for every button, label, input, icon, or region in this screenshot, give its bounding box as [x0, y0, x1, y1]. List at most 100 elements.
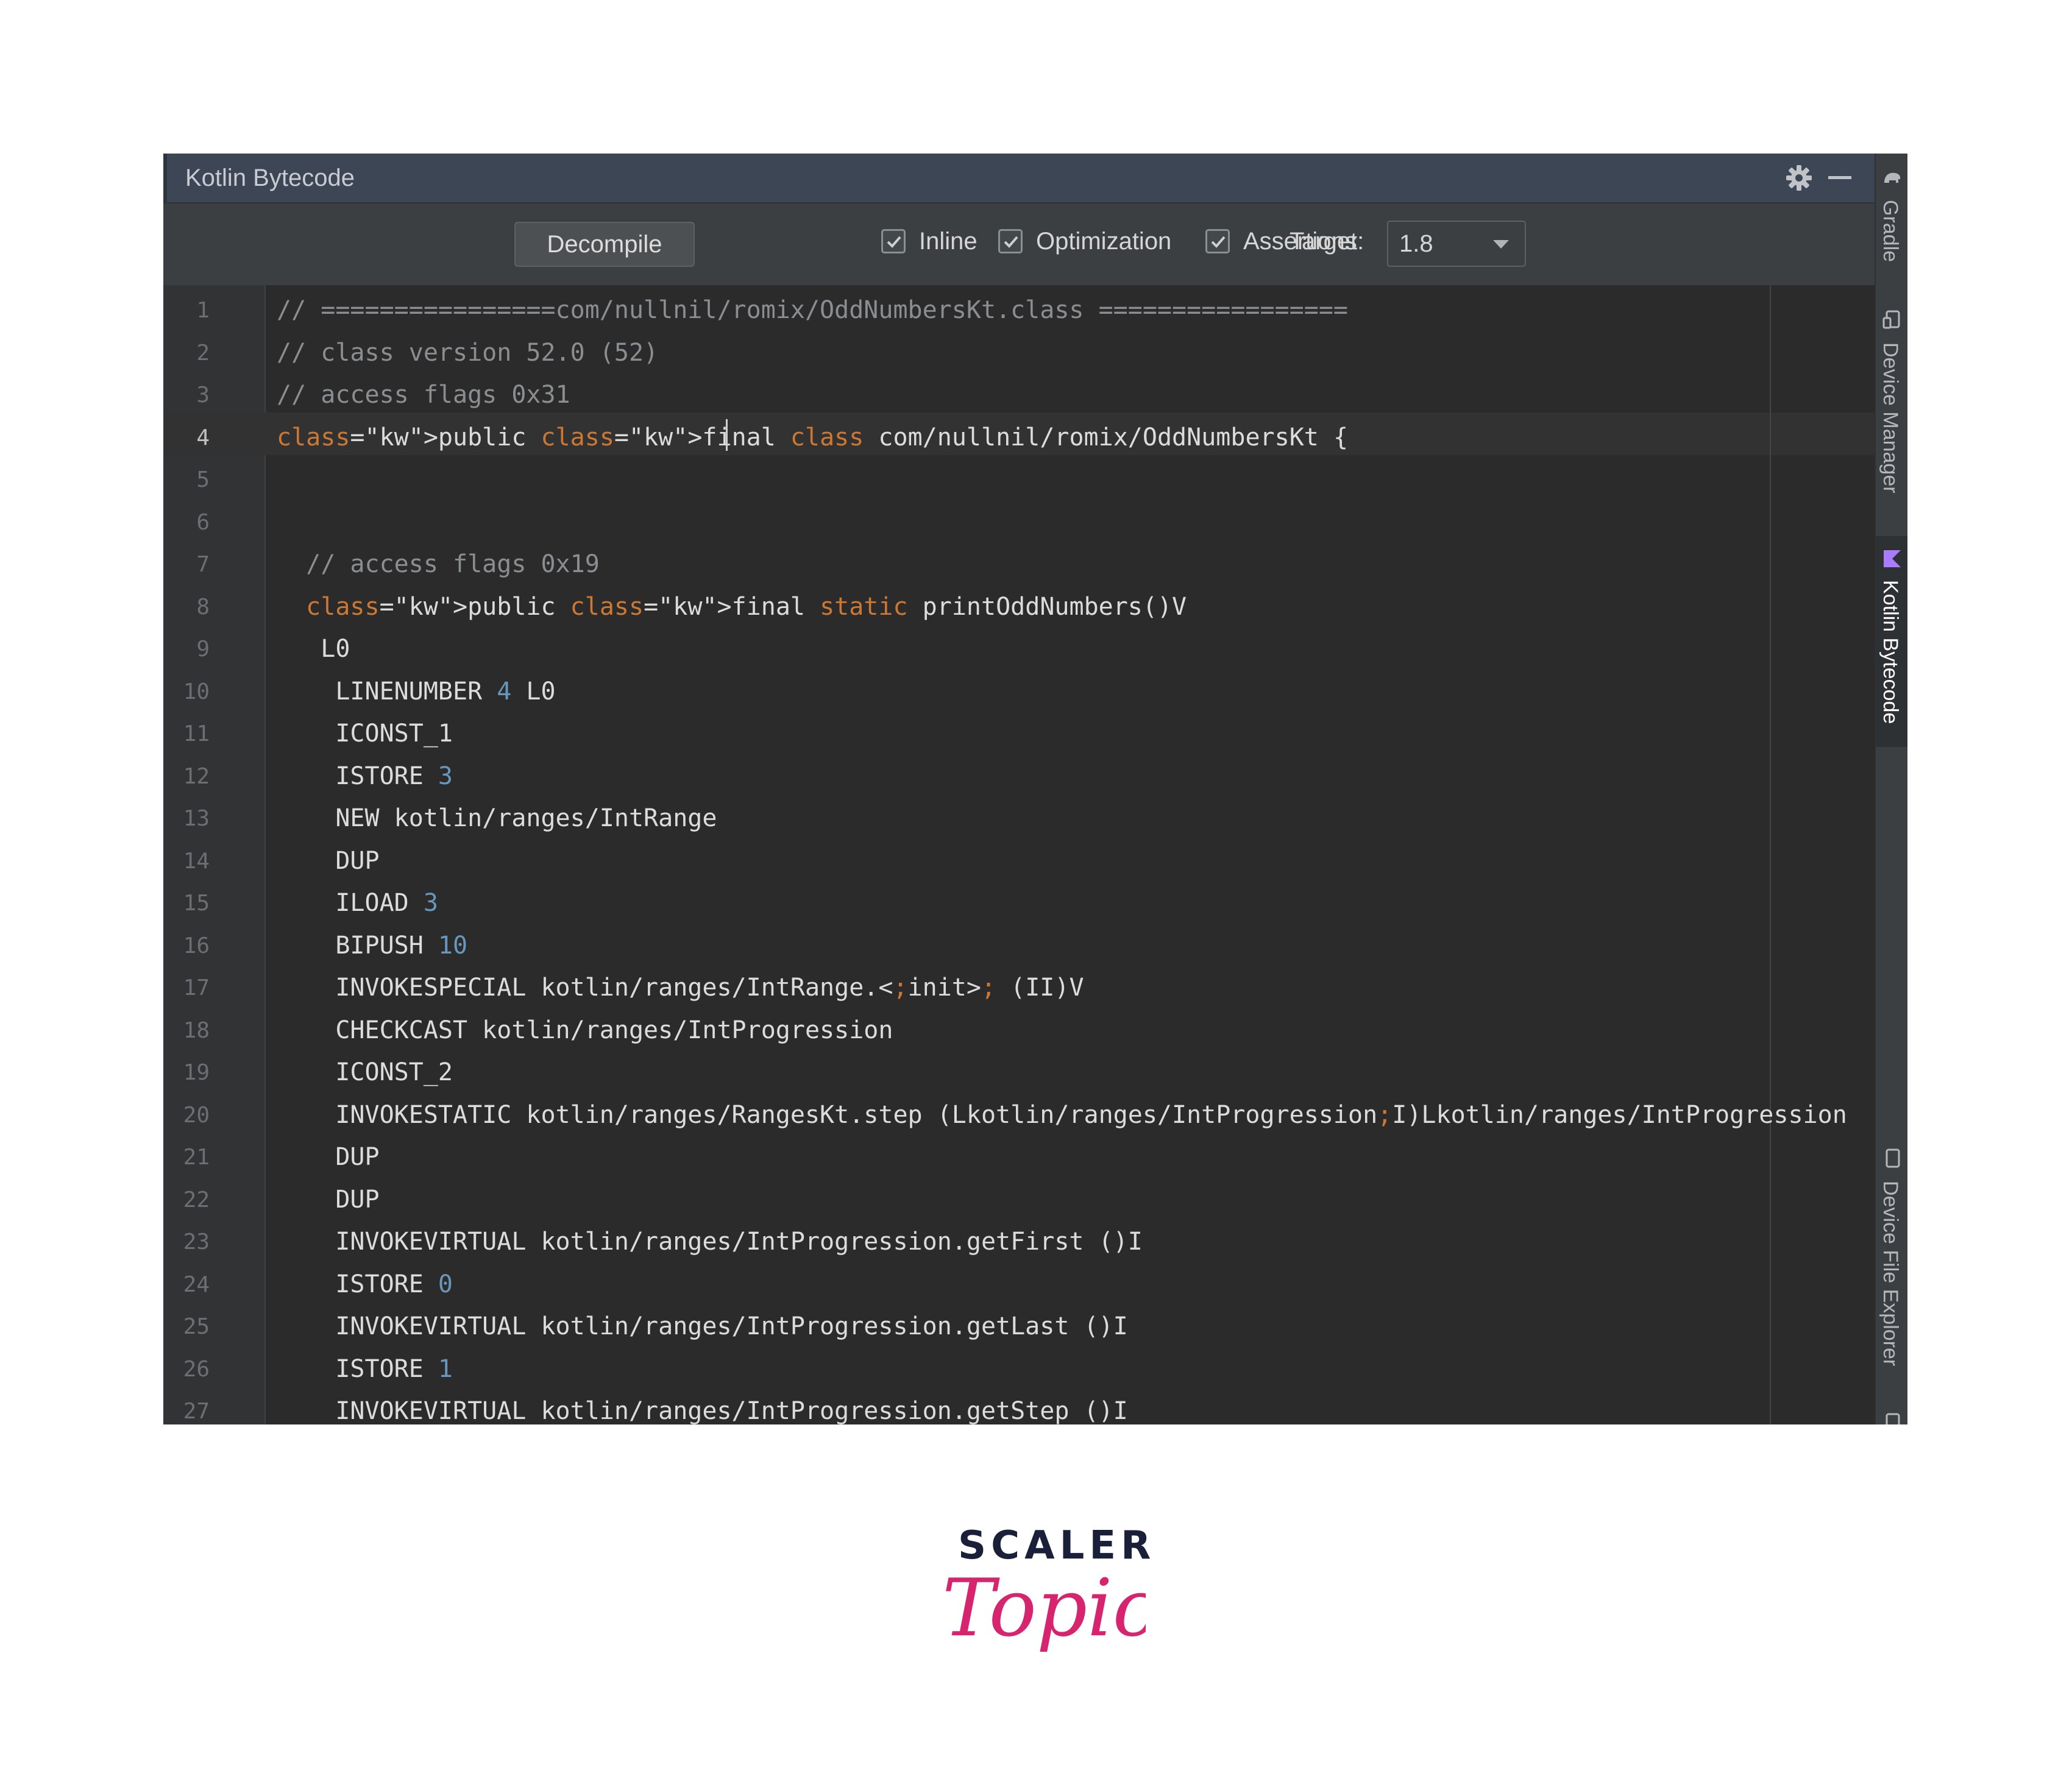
- code-text: ISTORE 3: [277, 762, 453, 790]
- code-line[interactable]: 19 ICONST_2: [163, 1052, 1875, 1094]
- line-number: 24: [183, 1272, 210, 1297]
- code-line[interactable]: 10 LINENUMBER 4 L0: [163, 671, 1875, 713]
- line-number: 22: [183, 1187, 210, 1212]
- code-text: // access flags 0x19: [277, 550, 600, 578]
- code-text: DUP: [277, 846, 380, 875]
- inline-checkbox[interactable]: [881, 229, 906, 253]
- code-line[interactable]: 23 INVOKEVIRTUAL kotlin/ranges/IntProgre…: [163, 1221, 1875, 1264]
- device-icon: [1886, 1413, 1900, 1424]
- code-text: INVOKESPECIAL kotlin/ranges/IntRange.<;i…: [277, 974, 1084, 1002]
- line-number: 18: [183, 1017, 210, 1043]
- code-line[interactable]: 15 ILOAD 3: [163, 882, 1875, 925]
- side-tab-kotlin-bytecode[interactable]: Kotlin Bytecode: [1878, 580, 1902, 724]
- line-number: 19: [183, 1060, 210, 1085]
- line-number: 23: [183, 1230, 210, 1254]
- code-text: INVOKEVIRTUAL kotlin/ranges/IntProgressi…: [277, 1228, 1143, 1256]
- code-line[interactable]: 22 DUP: [163, 1179, 1875, 1222]
- elephant-icon: [1884, 172, 1901, 183]
- text-caret: [726, 419, 728, 451]
- code-line[interactable]: 6: [163, 501, 1875, 544]
- code-text: // access flags 0x31: [277, 381, 570, 409]
- line-number: 25: [183, 1314, 210, 1339]
- optimization-checkbox[interactable]: [998, 229, 1023, 253]
- code-line[interactable]: 11 ICONST_1: [163, 713, 1875, 755]
- code-text: ILOAD 3: [277, 889, 438, 917]
- code-text: INVOKEVIRTUAL kotlin/ranges/IntProgressi…: [277, 1312, 1128, 1340]
- line-number: 21: [183, 1145, 210, 1170]
- code-text: INVOKESTATIC kotlin/ranges/RangesKt.step…: [277, 1100, 1847, 1129]
- line-number: 1: [196, 298, 210, 323]
- target-value: 1.8: [1399, 230, 1433, 257]
- line-number: 9: [196, 637, 210, 662]
- optimization-option[interactable]: Optimization: [998, 224, 1193, 261]
- code-line[interactable]: 14 DUP: [163, 840, 1875, 883]
- panel-header: Kotlin Bytecode: [163, 154, 1875, 202]
- logo-script: Topics: [942, 1562, 1146, 1654]
- code-text: class="kw">public class="kw">final stati…: [306, 592, 1187, 621]
- code-line[interactable]: 3 // access flags 0x31: [163, 374, 1875, 417]
- logo-script-text: Topics: [942, 1562, 1146, 1654]
- line-number: 13: [183, 806, 210, 831]
- code-line[interactable]: 21 DUP: [163, 1136, 1875, 1179]
- line-number: 10: [183, 679, 210, 704]
- line-number: 14: [183, 848, 210, 874]
- side-tab-device-file-explorer-label: Device File Explorer: [1879, 1181, 1902, 1367]
- code-editor[interactable]: 1 // ================com/nullnil/romix/Od…: [163, 285, 1875, 1424]
- assertions-checkbox[interactable]: [1205, 229, 1230, 253]
- code-line[interactable]: 4 class="kw">public class="kw">final clas…: [163, 417, 1875, 459]
- line-number: 20: [183, 1102, 210, 1128]
- right-tool-sidebar: Gradle Device Manager Kotlin Bytecode De…: [1875, 154, 1907, 1424]
- code-line[interactable]: 26 ISTORE 1: [163, 1348, 1875, 1391]
- line-number: 12: [183, 763, 210, 789]
- code-text: class="kw">public class="kw">final class…: [277, 423, 1349, 451]
- code-line[interactable]: 7 // access flags 0x19: [163, 543, 1875, 586]
- code-area[interactable]: 1 // ================com/nullnil/romix/Od…: [163, 289, 1875, 1424]
- code-line[interactable]: 18 CHECKCAST kotlin/ranges/IntProgressio…: [163, 1010, 1875, 1052]
- code-line[interactable]: 2 // class version 52.0 (52): [163, 332, 1875, 375]
- code-text: CHECKCAST kotlin/ranges/IntProgression: [277, 1016, 893, 1044]
- code-line[interactable]: 8 class="kw">public class="kw">final sta…: [163, 586, 1875, 629]
- side-tab-device-manager[interactable]: Device Manager: [1878, 342, 1902, 494]
- code-line[interactable]: 9 L0: [163, 628, 1875, 671]
- line-number: 4: [196, 425, 210, 450]
- code-line[interactable]: 20 INVOKESTATIC kotlin/ranges/RangesKt.s…: [163, 1094, 1875, 1137]
- line-number: 3: [196, 383, 210, 408]
- code-line[interactable]: 27 INVOKEVIRTUAL kotlin/ranges/IntProgre…: [163, 1390, 1875, 1424]
- inline-option[interactable]: Inline: [881, 224, 985, 261]
- target-select[interactable]: 1.8: [1387, 221, 1526, 267]
- gear-icon[interactable]: [1781, 160, 1817, 196]
- line-number: 16: [183, 933, 210, 958]
- kotlin-bytecode-window: Kotlin Bytecode Decompile Inline Optimiz…: [163, 154, 1907, 1424]
- code-text: INVOKEVIRTUAL kotlin/ranges/IntProgressi…: [277, 1397, 1128, 1424]
- code-line[interactable]: 16 BIPUSH 10: [163, 925, 1875, 968]
- side-tab-device-manager-label: Device Manager: [1879, 342, 1902, 494]
- code-text: DUP: [277, 1185, 380, 1214]
- code-text: // ================com/nullnil/romix/Odd…: [277, 296, 1348, 324]
- decompile-button[interactable]: Decompile: [514, 222, 695, 267]
- code-line[interactable]: 5: [163, 459, 1875, 501]
- kotlin-icon: [1884, 550, 1901, 567]
- code-text: ISTORE 1: [277, 1354, 453, 1383]
- panel-title: Kotlin Bytecode: [185, 165, 355, 191]
- toolbar: Decompile Inline Optimization Assertions…: [163, 202, 1875, 285]
- line-number: 8: [196, 594, 210, 620]
- code-line[interactable]: 12 ISTORE 3: [163, 755, 1875, 798]
- line-number: 27: [183, 1399, 210, 1424]
- code-line[interactable]: 13 NEW kotlin/ranges/IntRange: [163, 798, 1875, 840]
- scaler-topics-logo: SCALER Topics: [938, 1523, 1151, 1669]
- line-number: 15: [183, 891, 210, 916]
- code-line[interactable]: 25 INVOKEVIRTUAL kotlin/ranges/IntProgre…: [163, 1306, 1875, 1348]
- line-number: 5: [196, 467, 210, 492]
- code-line[interactable]: 1 // ================com/nullnil/romix/Od…: [163, 289, 1875, 332]
- side-tab-gradle[interactable]: Gradle: [1878, 200, 1902, 262]
- code-line[interactable]: 24 ISTORE 0: [163, 1264, 1875, 1306]
- line-number: 6: [196, 509, 210, 535]
- line-number: 17: [183, 975, 210, 1000]
- target-label: Target:: [1290, 228, 1364, 255]
- code-line[interactable]: 17 INVOKESPECIAL kotlin/ranges/IntRange.…: [163, 967, 1875, 1010]
- minimize-icon[interactable]: [1822, 160, 1859, 196]
- optimization-label: Optimization: [1036, 228, 1172, 255]
- device-icon: [1886, 1148, 1900, 1168]
- side-tab-device-file-explorer[interactable]: Device File Explorer: [1878, 1181, 1902, 1366]
- code-text: // class version 52.0 (52): [277, 338, 659, 367]
